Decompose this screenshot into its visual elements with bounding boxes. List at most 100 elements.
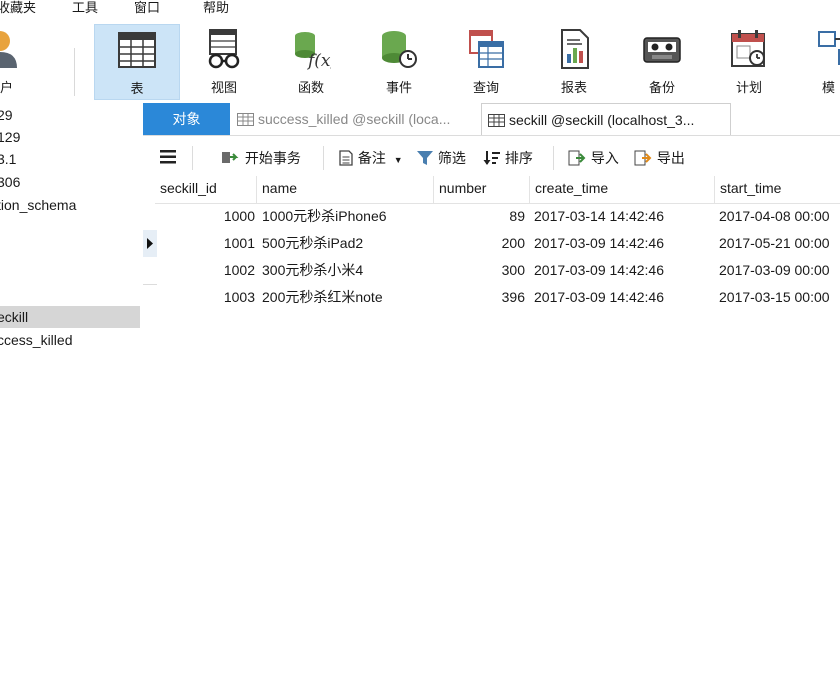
filter-icon: [417, 151, 433, 165]
cell-create-time[interactable]: 2017-03-09 14:42:46: [534, 230, 714, 257]
menu-favorites[interactable]: 收藏夹: [0, 0, 36, 16]
begin-transaction-button[interactable]: 开始事务: [221, 148, 301, 168]
menu-icon[interactable]: [160, 150, 176, 164]
toolbar-separator: [192, 146, 193, 170]
cell-start-time[interactable]: 2017-05-21 00:00: [719, 230, 840, 257]
cell-seckill-id[interactable]: 1000: [155, 203, 255, 230]
event-icon: [382, 31, 417, 68]
nav-connection-2[interactable]: 129: [0, 126, 140, 148]
cell-number[interactable]: 89: [434, 203, 525, 230]
nav-database-information-schema[interactable]: tion_schema: [0, 194, 140, 216]
tab-seckill[interactable]: seckill @seckill (localhost_3...: [481, 103, 731, 135]
cell-create-time[interactable]: 2017-03-14 14:42:46: [534, 203, 714, 230]
toolbar-model-label: 模: [822, 80, 836, 95]
toolbar-user-button[interactable]: 用户: [0, 24, 43, 100]
tab-success-killed[interactable]: success_killed @seckill (loca...: [231, 103, 480, 135]
menu-bar: 收藏夹 工具 窗口 帮助: [0, 0, 840, 20]
toolbar-schedule-label: 计划: [735, 80, 762, 95]
table-icon: [488, 114, 505, 127]
note-icon: [339, 150, 353, 166]
sort-icon: [483, 151, 500, 165]
cell-create-time[interactable]: 2017-03-09 14:42:46: [534, 257, 714, 284]
cell-start-time[interactable]: 2017-03-09 00:00: [719, 257, 840, 284]
report-icon: [561, 29, 589, 69]
query-icon: [469, 30, 504, 68]
nav-label: 29: [0, 107, 13, 123]
menu-window[interactable]: 窗口: [134, 0, 160, 16]
nav-connection-1[interactable]: 29: [0, 104, 140, 126]
cell-seckill-id[interactable]: 1002: [155, 257, 255, 284]
sort-label: 排序: [504, 150, 533, 166]
nav-table-seckill[interactable]: eckill: [0, 306, 140, 328]
filter-label: 筛选: [437, 150, 466, 166]
toolbar-view-label: 视图: [210, 80, 237, 95]
toolbar-separator: [553, 146, 554, 170]
backup-icon: [643, 37, 681, 63]
cell-name[interactable]: 500元秒杀iPad2: [262, 230, 432, 257]
column-header-name[interactable]: name: [257, 176, 434, 203]
cell-seckill-id[interactable]: 1001: [155, 230, 255, 257]
toolbar-event-label: 事件: [385, 80, 412, 95]
export-button[interactable]: 导出: [633, 148, 685, 168]
nav-label: 306: [0, 174, 21, 190]
model-icon: [818, 31, 840, 65]
cell-start-time[interactable]: 2017-04-08 00:00: [719, 203, 840, 230]
data-toolbar: 开始事务 备注 ▼ 筛选 排序 导入 导出: [143, 140, 840, 176]
cell-seckill-id[interactable]: 1003: [155, 284, 255, 311]
nav-connection-4[interactable]: 306: [0, 171, 140, 193]
menu-tools[interactable]: 工具: [72, 0, 98, 16]
table-icon: [118, 32, 156, 68]
nav-label: ccess_killed: [0, 332, 73, 348]
toolbar-event-button[interactable]: 事件: [356, 24, 442, 100]
nav-connection-3[interactable]: 3.1: [0, 148, 140, 170]
toolbar-schedule-button[interactable]: 计划: [706, 24, 792, 100]
cell-name[interactable]: 200元秒杀红米note: [262, 284, 432, 311]
begin-transaction-label: 开始事务: [244, 150, 301, 166]
cell-number[interactable]: 396: [434, 284, 525, 311]
toolbar-report-button[interactable]: 报表: [531, 24, 617, 100]
cell-start-time[interactable]: 2017-03-15 00:00: [719, 284, 840, 311]
toolbar-table-button[interactable]: 表: [94, 24, 180, 100]
toolbar-table-label: 表: [130, 81, 144, 96]
tab-objects[interactable]: 对象: [143, 103, 230, 135]
cell-name[interactable]: 1000元秒杀iPhone6: [262, 203, 432, 230]
column-header-seckill-id[interactable]: seckill_id: [155, 176, 257, 203]
cell-number[interactable]: 300: [434, 257, 525, 284]
column-header-create-time[interactable]: create_time: [530, 176, 715, 203]
cell-create-time[interactable]: 2017-03-09 14:42:46: [534, 284, 714, 311]
toolbar-function-button[interactable]: f(x) 函数: [268, 24, 354, 100]
navigation-tree: 29 129 3.1 306 tion_schema eckill ccess_…: [0, 102, 140, 692]
table-icon: [237, 113, 254, 126]
schedule-icon: [731, 30, 765, 67]
toolbar-report-label: 报表: [560, 80, 587, 95]
user-icon: [0, 31, 17, 68]
export-icon: [634, 150, 652, 166]
column-header-start-time[interactable]: start_time: [715, 176, 840, 203]
toolbar-backup-button[interactable]: 备份: [619, 24, 705, 100]
import-icon: [568, 150, 586, 166]
toolbar-model-button[interactable]: 模: [794, 24, 840, 100]
toolbar-view-button[interactable]: 视图: [181, 24, 267, 100]
svg-text:f(x): f(x): [306, 51, 331, 70]
column-header-number[interactable]: number: [434, 176, 530, 203]
nav-label: tion_schema: [0, 197, 77, 213]
toolbar-query-button[interactable]: 查询: [443, 24, 529, 100]
menu-help[interactable]: 帮助: [203, 0, 229, 16]
note-button[interactable]: 备注 ▼: [338, 148, 403, 168]
function-icon: f(x): [295, 32, 331, 70]
note-label: 备注: [357, 150, 386, 166]
view-icon: [208, 29, 240, 69]
toolbar-backup-label: 备份: [648, 80, 675, 95]
cell-name[interactable]: 300元秒杀小米4: [262, 257, 432, 284]
toolbar-user-label: 用户: [0, 80, 13, 95]
export-label: 导出: [656, 150, 685, 166]
import-button[interactable]: 导入: [567, 148, 619, 168]
toolbar-query-label: 查询: [472, 80, 499, 95]
sort-button[interactable]: 排序: [483, 148, 533, 168]
toolbar-function-label: 函数: [297, 80, 324, 95]
filter-button[interactable]: 筛选: [416, 148, 466, 168]
transaction-icon: [222, 152, 239, 163]
cell-number[interactable]: 200: [434, 230, 525, 257]
import-label: 导入: [590, 150, 619, 166]
nav-table-success-killed[interactable]: ccess_killed: [0, 329, 140, 351]
